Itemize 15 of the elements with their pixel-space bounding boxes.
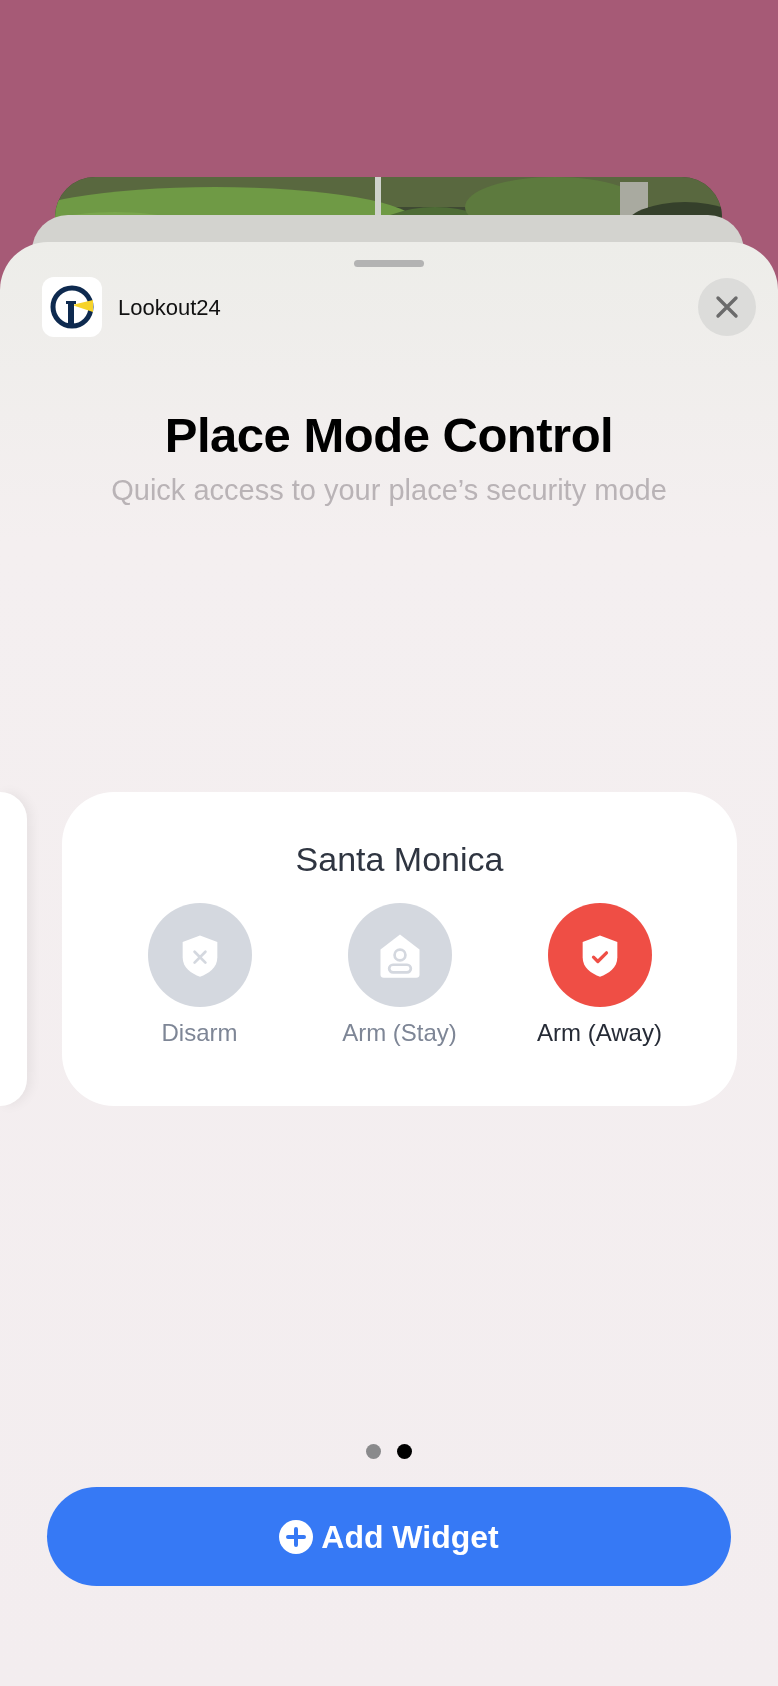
- app-icon: [42, 277, 102, 337]
- place-name: Santa Monica: [295, 839, 504, 880]
- page-dot[interactable]: [366, 1444, 381, 1459]
- widget-preview[interactable]: Santa Monica Disarm Arm (Stay) Arm (Away): [62, 792, 737, 1106]
- mode-label: Arm (Away): [537, 1018, 662, 1048]
- add-widget-button[interactable]: Add Widget: [47, 1487, 731, 1586]
- widget-title: Place Mode Control: [164, 408, 614, 462]
- app-name: Lookout24: [118, 293, 221, 322]
- grabber-handle[interactable]: [354, 260, 424, 267]
- plus-icon: [279, 1519, 314, 1554]
- close-icon: [715, 295, 739, 319]
- widget-description: Quick access to your place’s security mode: [111, 473, 667, 506]
- page-dot[interactable]: [397, 1444, 412, 1459]
- mode-label: Disarm: [161, 1018, 238, 1048]
- mode-label: Arm (Stay): [342, 1018, 457, 1048]
